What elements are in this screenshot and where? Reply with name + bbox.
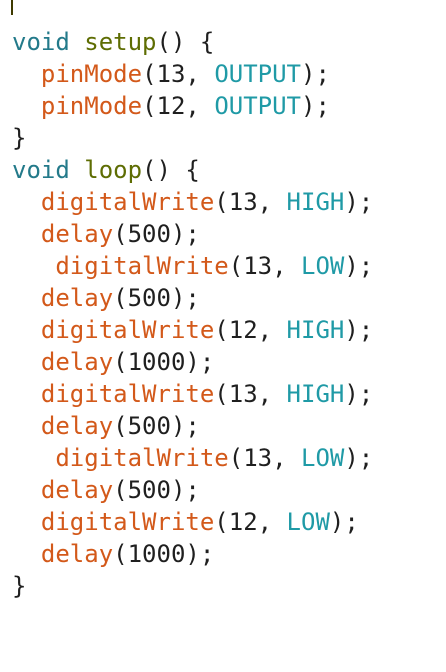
code-line[interactable]: delay(1000);: [12, 538, 373, 570]
code-token-plain: );: [344, 188, 374, 216]
code-token-call: delay: [40, 476, 114, 504]
code-token-type: void: [12, 156, 70, 184]
code-token-plain: (500);: [113, 220, 200, 248]
code-token-fn: loop: [84, 156, 143, 184]
code-token-plain: );: [344, 380, 374, 408]
code-line[interactable]: delay(500);: [12, 410, 373, 442]
code-token-plain: (12,: [214, 316, 287, 344]
code-token-plain: );: [344, 252, 374, 280]
code-line[interactable]: digitalWrite(13, HIGH);: [12, 186, 373, 218]
code-token-plain: (13,: [228, 252, 301, 280]
code-token-type: void: [12, 28, 70, 56]
code-token-call: digitalWrite: [40, 316, 215, 344]
code-token-plain: (13,: [214, 380, 287, 408]
code-token-plain: (1000);: [113, 348, 215, 376]
code-token-plain: (13,: [142, 60, 215, 88]
code-line[interactable]: digitalWrite(12, LOW);: [12, 506, 373, 538]
code-token-plain: (13,: [228, 444, 301, 472]
code-token-call: digitalWrite: [55, 252, 229, 280]
code-token-call: delay: [40, 412, 114, 440]
code-token-plain: (500);: [113, 412, 200, 440]
code-line[interactable]: }: [12, 122, 373, 154]
code-token-const: HIGH: [286, 316, 345, 344]
code-token-plain: () {: [156, 28, 215, 56]
code-token-plain: );: [329, 508, 359, 536]
code-token-const: OUTPUT: [214, 92, 302, 120]
code-token-plain: () {: [142, 156, 200, 184]
code-token-const: HIGH: [286, 188, 345, 216]
code-token-call: pinMode: [40, 92, 143, 120]
code-token-plain: (12,: [214, 508, 287, 536]
code-token-call: digitalWrite: [40, 508, 215, 536]
code-token-const: LOW: [301, 444, 345, 472]
code-token-const: HIGH: [286, 380, 345, 408]
code-token-plain: }: [12, 572, 27, 600]
code-token-plain: );: [301, 92, 330, 120]
code-token-plain: }: [12, 124, 27, 152]
code-line[interactable]: pinMode(13, OUTPUT);: [12, 58, 373, 90]
code-token-plain: (500);: [113, 476, 200, 504]
code-token-const: OUTPUT: [214, 60, 302, 88]
code-token-plain: );: [301, 60, 330, 88]
code-token-call: digitalWrite: [55, 444, 229, 472]
code-token-plain: );: [344, 316, 374, 344]
code-token-const: LOW: [301, 252, 345, 280]
code-area[interactable]: void setup() { pinMode(13, OUTPUT); pinM…: [12, 26, 373, 602]
code-token-call: digitalWrite: [40, 380, 215, 408]
text-cursor: [11, 0, 13, 15]
code-line[interactable]: digitalWrite(12, HIGH);: [12, 314, 373, 346]
code-line[interactable]: delay(1000);: [12, 346, 373, 378]
code-line[interactable]: digitalWrite(13, LOW);: [12, 250, 373, 282]
code-token-plain: (500);: [113, 284, 200, 312]
code-line[interactable]: delay(500);: [12, 474, 373, 506]
code-token-plain: (1000);: [113, 540, 215, 568]
code-token-call: delay: [40, 284, 114, 312]
code-line[interactable]: delay(500);: [12, 218, 373, 250]
code-token-fn: setup: [84, 28, 157, 56]
code-line[interactable]: }: [12, 570, 373, 602]
code-line[interactable]: delay(500);: [12, 282, 373, 314]
code-line[interactable]: void setup() {: [12, 26, 373, 58]
code-token-plain: );: [344, 444, 374, 472]
code-line[interactable]: digitalWrite(13, HIGH);: [12, 378, 373, 410]
code-token-call: delay: [40, 540, 114, 568]
code-line[interactable]: pinMode(12, OUTPUT);: [12, 90, 373, 122]
code-token-call: digitalWrite: [40, 188, 215, 216]
code-line[interactable]: void loop() {: [12, 154, 373, 186]
code-token-call: delay: [40, 348, 114, 376]
code-token-const: LOW: [286, 508, 330, 536]
code-token-plain: (12,: [142, 92, 215, 120]
code-token-call: delay: [40, 220, 114, 248]
code-token-call: pinMode: [40, 60, 143, 88]
code-editor[interactable]: void setup() { pinMode(13, OUTPUT); pinM…: [0, 0, 446, 672]
code-token-plain: (13,: [214, 188, 287, 216]
code-line[interactable]: digitalWrite(13, LOW);: [12, 442, 373, 474]
